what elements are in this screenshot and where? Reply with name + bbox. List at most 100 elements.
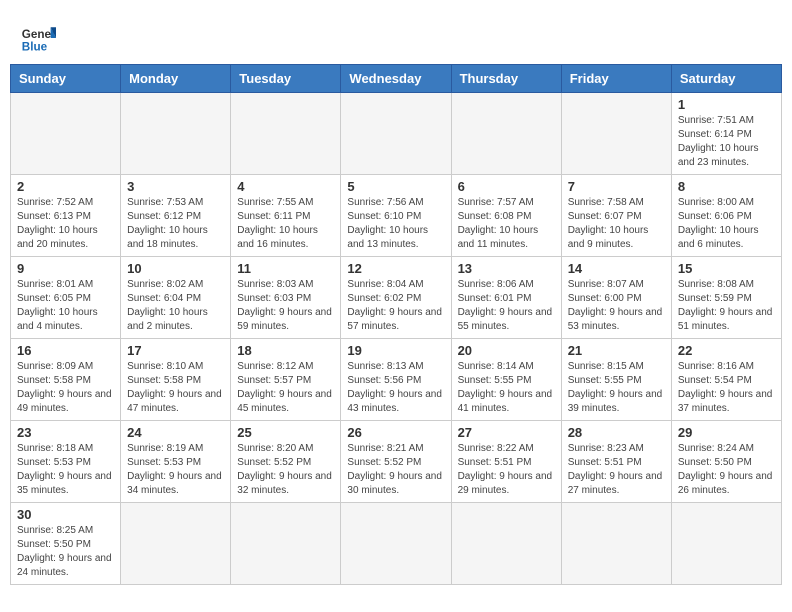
calendar-cell: 6 Sunrise: 7:57 AM Sunset: 6:08 PM Daylig… (451, 175, 561, 257)
calendar-cell (451, 93, 561, 175)
day-info: Sunrise: 8:25 AM Sunset: 5:50 PM Dayligh… (17, 524, 114, 580)
day-info: Sunrise: 7:52 AM Sunset: 6:13 PM Dayligh… (17, 196, 114, 252)
day-number: 1 (678, 97, 775, 112)
day-number: 17 (127, 343, 224, 358)
day-info: Sunrise: 8:01 AM Sunset: 6:05 PM Dayligh… (17, 278, 114, 334)
calendar-cell (11, 93, 121, 175)
day-info: Sunrise: 7:55 AM Sunset: 6:11 PM Dayligh… (237, 196, 334, 252)
calendar-cell: 27Sunrise: 8:22 AM Sunset: 5:51 PM Dayli… (451, 421, 561, 503)
calendar-cell: 13 Sunrise: 8:06 AM Sunset: 6:01 PM Dayli… (451, 257, 561, 339)
week-row-4: 16Sunrise: 8:09 AM Sunset: 5:58 PM Dayli… (11, 339, 782, 421)
day-number: 7 (568, 179, 665, 194)
day-number: 6 (458, 179, 555, 194)
day-info: Sunrise: 7:53 AM Sunset: 6:12 PM Dayligh… (127, 196, 224, 252)
calendar-cell (231, 93, 341, 175)
day-number: 24 (127, 425, 224, 440)
calendar-cell: 18 Sunrise: 8:12 AM Sunset: 5:57 PM Dayli… (231, 339, 341, 421)
calendar-cell (561, 93, 671, 175)
calendar-cell: 21 Sunrise: 8:15 AM Sunset: 5:55 PM Dayli… (561, 339, 671, 421)
weekday-header-wednesday: Wednesday (341, 65, 451, 93)
calendar-cell (341, 503, 451, 585)
day-number: 16 (17, 343, 114, 358)
day-number: 21 (568, 343, 665, 358)
calendar-cell: 19Sunrise: 8:13 AM Sunset: 5:56 PM Dayli… (341, 339, 451, 421)
day-info: Sunrise: 8:04 AM Sunset: 6:02 PM Dayligh… (347, 278, 444, 334)
calendar-cell: 2 Sunrise: 7:52 AM Sunset: 6:13 PM Daylig… (11, 175, 121, 257)
week-row-5: 23 Sunrise: 8:18 AM Sunset: 5:53 PM Dayli… (11, 421, 782, 503)
calendar-cell: 30 Sunrise: 8:25 AM Sunset: 5:50 PM Dayli… (11, 503, 121, 585)
day-info: Sunrise: 7:57 AM Sunset: 6:08 PM Dayligh… (458, 196, 555, 252)
calendar-cell (561, 503, 671, 585)
day-info: Sunrise: 8:23 AM Sunset: 5:51 PM Dayligh… (568, 442, 665, 498)
calendar-cell: 24Sunrise: 8:19 AM Sunset: 5:53 PM Dayli… (121, 421, 231, 503)
day-number: 15 (678, 261, 775, 276)
day-number: 8 (678, 179, 775, 194)
day-number: 9 (17, 261, 114, 276)
day-info: Sunrise: 8:12 AM Sunset: 5:57 PM Dayligh… (237, 360, 334, 416)
calendar-cell: 20Sunrise: 8:14 AM Sunset: 5:55 PM Dayli… (451, 339, 561, 421)
day-number: 14 (568, 261, 665, 276)
calendar-cell: 9 Sunrise: 8:01 AM Sunset: 6:05 PM Daylig… (11, 257, 121, 339)
week-row-3: 9 Sunrise: 8:01 AM Sunset: 6:05 PM Daylig… (11, 257, 782, 339)
day-info: Sunrise: 7:58 AM Sunset: 6:07 PM Dayligh… (568, 196, 665, 252)
calendar-cell (121, 93, 231, 175)
day-number: 18 (237, 343, 334, 358)
weekday-header-friday: Friday (561, 65, 671, 93)
day-number: 13 (458, 261, 555, 276)
weekday-header-monday: Monday (121, 65, 231, 93)
calendar-cell (341, 93, 451, 175)
calendar-cell: 5 Sunrise: 7:56 AM Sunset: 6:10 PM Daylig… (341, 175, 451, 257)
calendar-cell: 14 Sunrise: 8:07 AM Sunset: 6:00 PM Dayli… (561, 257, 671, 339)
day-number: 5 (347, 179, 444, 194)
day-number: 23 (17, 425, 114, 440)
day-info: Sunrise: 8:06 AM Sunset: 6:01 PM Dayligh… (458, 278, 555, 334)
calendar-table: SundayMondayTuesdayWednesdayThursdayFrid… (10, 64, 782, 585)
day-number: 2 (17, 179, 114, 194)
week-row-6: 30 Sunrise: 8:25 AM Sunset: 5:50 PM Dayli… (11, 503, 782, 585)
day-number: 19 (347, 343, 444, 358)
day-info: Sunrise: 8:14 AM Sunset: 5:55 PM Dayligh… (458, 360, 555, 416)
day-info: Sunrise: 8:07 AM Sunset: 6:00 PM Dayligh… (568, 278, 665, 334)
day-info: Sunrise: 8:21 AM Sunset: 5:52 PM Dayligh… (347, 442, 444, 498)
day-info: Sunrise: 8:00 AM Sunset: 6:06 PM Dayligh… (678, 196, 775, 252)
day-info: Sunrise: 7:51 AM Sunset: 6:14 PM Dayligh… (678, 114, 775, 170)
calendar-cell: 11Sunrise: 8:03 AM Sunset: 6:03 PM Dayli… (231, 257, 341, 339)
calendar-cell: 15Sunrise: 8:08 AM Sunset: 5:59 PM Dayli… (671, 257, 781, 339)
day-info: Sunrise: 7:56 AM Sunset: 6:10 PM Dayligh… (347, 196, 444, 252)
svg-text:Blue: Blue (22, 41, 48, 54)
calendar-cell: 4Sunrise: 7:55 AM Sunset: 6:11 PM Daylig… (231, 175, 341, 257)
calendar-cell: 16Sunrise: 8:09 AM Sunset: 5:58 PM Dayli… (11, 339, 121, 421)
calendar-cell: 26 Sunrise: 8:21 AM Sunset: 5:52 PM Dayli… (341, 421, 451, 503)
day-number: 28 (568, 425, 665, 440)
calendar-cell (451, 503, 561, 585)
day-number: 30 (17, 507, 114, 522)
week-row-2: 2 Sunrise: 7:52 AM Sunset: 6:13 PM Daylig… (11, 175, 782, 257)
day-number: 29 (678, 425, 775, 440)
day-info: Sunrise: 8:03 AM Sunset: 6:03 PM Dayligh… (237, 278, 334, 334)
day-number: 10 (127, 261, 224, 276)
weekday-header-saturday: Saturday (671, 65, 781, 93)
day-info: Sunrise: 8:18 AM Sunset: 5:53 PM Dayligh… (17, 442, 114, 498)
day-number: 26 (347, 425, 444, 440)
calendar-cell: 28 Sunrise: 8:23 AM Sunset: 5:51 PM Dayli… (561, 421, 671, 503)
day-number: 12 (347, 261, 444, 276)
calendar-cell: 7 Sunrise: 7:58 AM Sunset: 6:07 PM Daylig… (561, 175, 671, 257)
calendar-cell (231, 503, 341, 585)
day-number: 22 (678, 343, 775, 358)
calendar-cell: 25 Sunrise: 8:20 AM Sunset: 5:52 PM Dayli… (231, 421, 341, 503)
calendar-cell: 22 Sunrise: 8:16 AM Sunset: 5:54 PM Dayli… (671, 339, 781, 421)
logo: General Blue (20, 20, 56, 56)
calendar-cell: 10Sunrise: 8:02 AM Sunset: 6:04 PM Dayli… (121, 257, 231, 339)
calendar-cell: 17Sunrise: 8:10 AM Sunset: 5:58 PM Dayli… (121, 339, 231, 421)
weekday-header-thursday: Thursday (451, 65, 561, 93)
day-info: Sunrise: 8:16 AM Sunset: 5:54 PM Dayligh… (678, 360, 775, 416)
day-info: Sunrise: 8:15 AM Sunset: 5:55 PM Dayligh… (568, 360, 665, 416)
calendar-cell (671, 503, 781, 585)
day-info: Sunrise: 8:20 AM Sunset: 5:52 PM Dayligh… (237, 442, 334, 498)
calendar-cell: 23 Sunrise: 8:18 AM Sunset: 5:53 PM Dayli… (11, 421, 121, 503)
week-row-1: 1 Sunrise: 7:51 AM Sunset: 6:14 PM Daylig… (11, 93, 782, 175)
generalblue-logo-icon: General Blue (20, 20, 56, 56)
calendar-cell (121, 503, 231, 585)
calendar-cell: 1 Sunrise: 7:51 AM Sunset: 6:14 PM Daylig… (671, 93, 781, 175)
day-number: 25 (237, 425, 334, 440)
